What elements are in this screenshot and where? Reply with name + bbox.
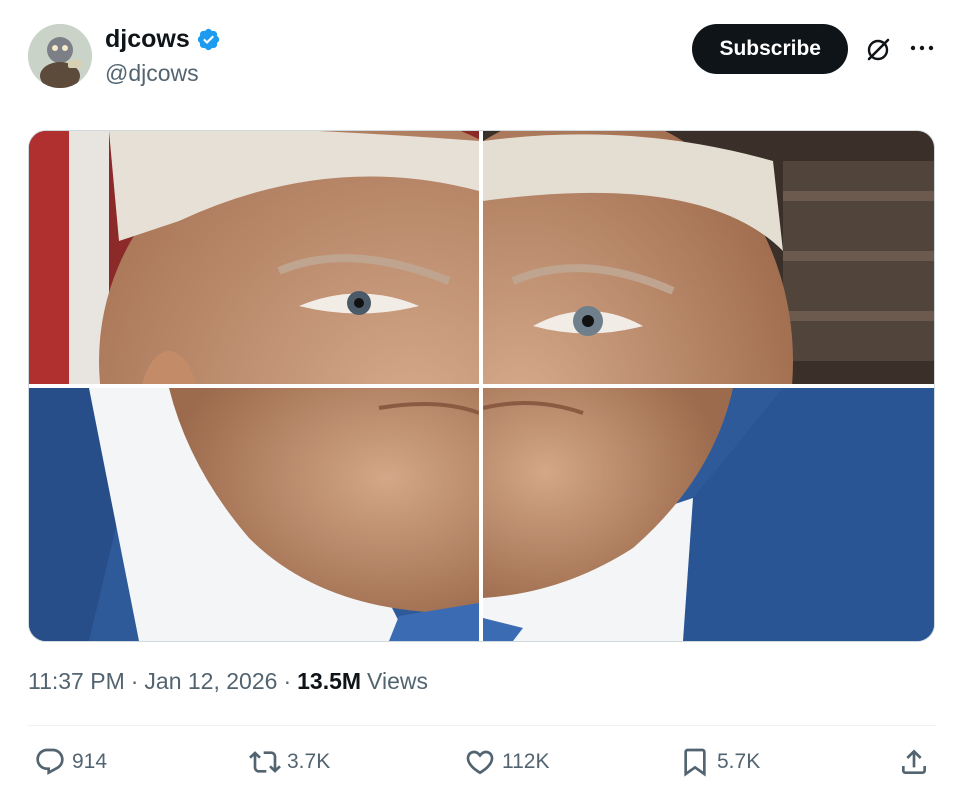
views-label: Views <box>367 668 428 694</box>
media-tile-top-left[interactable] <box>29 131 479 384</box>
more-icon[interactable] <box>908 34 936 62</box>
author-handle[interactable]: @djcows <box>105 58 221 88</box>
meta-separator-2: · <box>283 668 292 694</box>
tweet-time[interactable]: 11:37 PM <box>28 668 125 695</box>
like-icon <box>466 750 494 775</box>
verified-badge-icon <box>197 28 219 50</box>
author-names: djcows @djcows <box>105 22 221 88</box>
repost-button[interactable]: 3.7K <box>249 746 330 778</box>
avatar[interactable] <box>28 24 92 88</box>
tweet-actions: 914 3.7K 112K 5.7K <box>28 746 936 790</box>
like-count: 112K <box>502 750 550 773</box>
share-icon <box>902 749 926 774</box>
media-tile-bottom-left[interactable] <box>29 388 479 641</box>
tweet-header: djcows @djcows Subscribe <box>28 22 936 92</box>
repost-icon <box>249 751 281 773</box>
display-name-text: djcows <box>105 25 190 53</box>
tweet-meta: 11:37 PM · Jan 12, 2026 · 13.5M Views <box>28 668 428 695</box>
share-button[interactable] <box>898 746 930 778</box>
bookmark-count: 5.7K <box>717 750 761 773</box>
author-display-name[interactable]: djcows <box>105 22 221 56</box>
media-tile-bottom-right[interactable] <box>483 388 934 641</box>
bookmark-button[interactable]: 5.7K <box>679 746 760 778</box>
tweet-media[interactable] <box>28 130 935 642</box>
media-tile-top-right[interactable] <box>483 131 934 384</box>
reply-count: 914 <box>72 750 108 773</box>
tweet-date[interactable]: Jan 12, 2026 <box>144 668 277 695</box>
divider <box>28 725 936 726</box>
repost-count: 3.7K <box>287 750 331 773</box>
reply-icon <box>36 748 64 775</box>
grok-icon[interactable] <box>864 36 892 64</box>
bookmark-icon <box>684 748 706 777</box>
subscribe-button[interactable]: Subscribe <box>692 24 848 74</box>
meta-separator: · <box>130 668 139 694</box>
media-divider-horizontal <box>29 384 934 388</box>
reply-button[interactable]: 914 <box>34 746 107 778</box>
views-count[interactable]: 13.5M <box>297 668 361 695</box>
like-button[interactable]: 112K <box>464 746 550 778</box>
